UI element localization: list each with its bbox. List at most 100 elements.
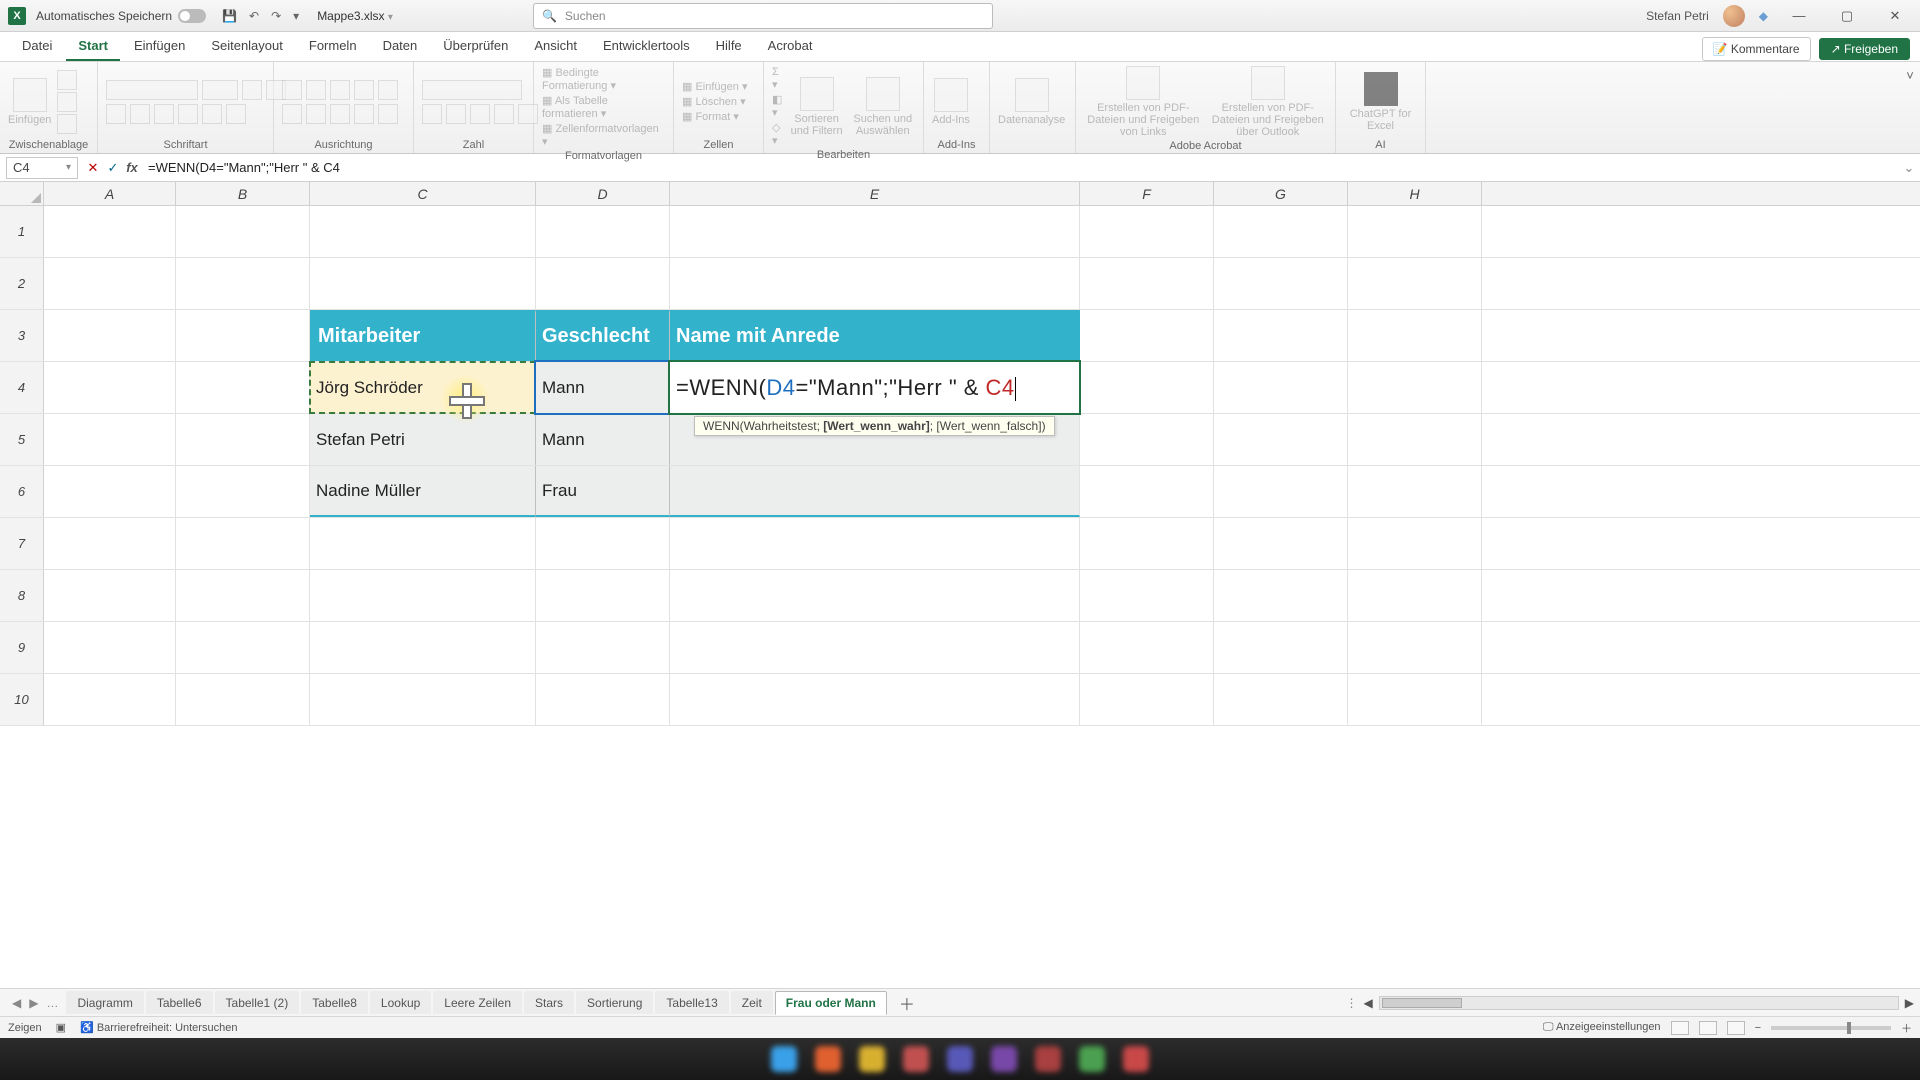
row-header[interactable]: 9 (0, 622, 44, 673)
name-box[interactable]: C4▾ (6, 157, 78, 179)
cell[interactable] (1080, 362, 1214, 413)
cell[interactable] (1348, 310, 1482, 361)
cell[interactable] (44, 258, 176, 309)
col-header-f[interactable]: F (1080, 182, 1214, 205)
cell[interactable] (176, 622, 310, 673)
cell[interactable] (176, 310, 310, 361)
cell[interactable] (44, 570, 176, 621)
sheet-prev-icon[interactable]: ◀ (12, 996, 21, 1010)
col-header-b[interactable]: B (176, 182, 310, 205)
cell[interactable] (670, 518, 1080, 569)
pdf-outlook-icon[interactable] (1251, 66, 1285, 100)
username-label[interactable]: Stefan Petri (1646, 9, 1709, 23)
align-right-icon[interactable] (330, 104, 350, 124)
indent-dec-icon[interactable] (354, 104, 374, 124)
sort-filter-icon[interactable] (800, 77, 834, 111)
cell[interactable] (1214, 570, 1348, 621)
cell[interactable] (310, 258, 536, 309)
taskbar-app-icon[interactable] (1079, 1046, 1105, 1072)
inc-dec-icon[interactable] (494, 104, 514, 124)
col-header-d[interactable]: D (536, 182, 670, 205)
cell[interactable] (670, 622, 1080, 673)
align-top-icon[interactable] (282, 80, 302, 100)
hscroll-right-icon[interactable]: ▶ (1905, 996, 1914, 1010)
sheet-tab[interactable]: Tabelle6 (146, 991, 213, 1014)
close-button[interactable]: ✕ (1878, 8, 1912, 24)
formula-cancel-icon[interactable]: ✕ (84, 160, 102, 176)
sheet-tab[interactable]: Lookup (370, 991, 431, 1014)
border-icon[interactable] (178, 104, 198, 124)
pdf-link-icon[interactable] (1126, 66, 1160, 100)
number-format[interactable] (422, 80, 522, 100)
tab-daten[interactable]: Daten (371, 32, 430, 61)
cell-e6[interactable] (670, 466, 1080, 517)
font-color-icon[interactable] (226, 104, 246, 124)
taskbar-app-icon[interactable] (815, 1046, 841, 1072)
cell[interactable] (44, 622, 176, 673)
cell-d5[interactable]: Mann (536, 414, 670, 465)
cell[interactable] (1348, 466, 1482, 517)
taskbar-app-icon[interactable] (991, 1046, 1017, 1072)
cell[interactable] (44, 518, 176, 569)
cell[interactable] (1214, 466, 1348, 517)
cell[interactable] (1214, 622, 1348, 673)
table-header-mitarbeiter[interactable]: Mitarbeiter (310, 310, 536, 361)
cell[interactable] (1214, 414, 1348, 465)
sheet-tab[interactable]: Stars (524, 991, 574, 1014)
undo-icon[interactable]: ↶ (249, 9, 259, 23)
cell[interactable] (176, 570, 310, 621)
col-header-a[interactable]: A (44, 182, 176, 205)
maximize-button[interactable]: ▢ (1830, 8, 1864, 24)
insert-cells[interactable]: ▦ Einfügen ▾ (682, 80, 747, 93)
cell[interactable] (1348, 206, 1482, 257)
cell[interactable] (1080, 466, 1214, 517)
copy-icon[interactable] (57, 92, 77, 112)
dec-dec-icon[interactable] (518, 104, 538, 124)
tab-ueberpruefen[interactable]: Überprüfen (431, 32, 520, 61)
col-header-e[interactable]: E (670, 182, 1080, 205)
comma-icon[interactable] (470, 104, 490, 124)
cell[interactable] (1348, 518, 1482, 569)
align-bot-icon[interactable] (330, 80, 350, 100)
cell-d4[interactable]: Mann (536, 362, 670, 413)
tab-start[interactable]: Start (66, 32, 120, 61)
cell[interactable] (1348, 622, 1482, 673)
sheet-tab[interactable]: Zeit (731, 991, 773, 1014)
row-header[interactable]: 7 (0, 518, 44, 569)
format-painter-icon[interactable] (57, 114, 77, 134)
cell[interactable] (44, 674, 176, 725)
cell[interactable] (1348, 258, 1482, 309)
cell[interactable] (310, 674, 536, 725)
cell[interactable] (176, 206, 310, 257)
tab-datei[interactable]: Datei (10, 32, 64, 61)
grid[interactable]: A B C D E F G H 1 2 3 Mitarbeiter Geschl… (0, 182, 1920, 988)
cell[interactable] (44, 414, 176, 465)
cell-e4-editing[interactable]: =WENN(D4="Mann";"Herr " & C4 (670, 362, 1080, 413)
cond-format[interactable]: ▦ Bedingte Formatierung ▾ (542, 66, 665, 92)
grow-font-icon[interactable] (242, 80, 262, 100)
avatar[interactable] (1723, 5, 1745, 27)
row-header[interactable]: 1 (0, 206, 44, 257)
sheet-tab[interactable]: Diagramm (66, 991, 143, 1014)
zoom-out-icon[interactable]: − (1755, 1022, 1761, 1034)
cell-styles[interactable]: ▦ Zellenformatvorlagen ▾ (542, 122, 665, 148)
tab-hilfe[interactable]: Hilfe (704, 32, 754, 61)
font-name[interactable] (106, 80, 198, 100)
cell[interactable] (1214, 206, 1348, 257)
sheet-tab[interactable]: Tabelle1 (2) (215, 991, 300, 1014)
cell[interactable] (44, 362, 176, 413)
cell[interactable] (176, 518, 310, 569)
cell[interactable] (44, 466, 176, 517)
cell-c4[interactable]: Jörg Schröder (310, 362, 536, 413)
italic-icon[interactable] (130, 104, 150, 124)
cell[interactable] (536, 622, 670, 673)
sheet-next-icon[interactable]: ▶ (29, 996, 38, 1010)
cell[interactable] (176, 674, 310, 725)
cell[interactable] (176, 362, 310, 413)
cell[interactable] (1214, 518, 1348, 569)
fx-icon[interactable]: fx (122, 160, 142, 175)
tab-acrobat[interactable]: Acrobat (756, 32, 825, 61)
gpt-icon[interactable] (1364, 72, 1398, 106)
display-settings[interactable]: 🖵 Anzeigeeinstellungen (1543, 1021, 1661, 1034)
cell[interactable] (1080, 206, 1214, 257)
